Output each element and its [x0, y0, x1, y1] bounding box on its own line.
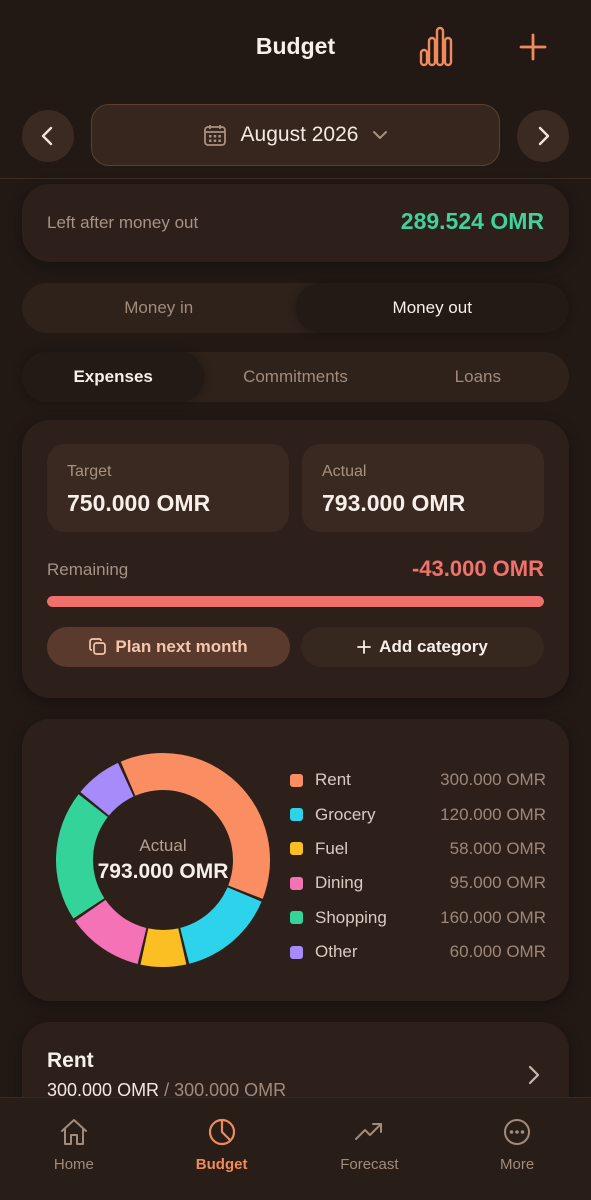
target-value: 750.000 OMR: [67, 490, 211, 516]
add-category-label: Add category: [379, 637, 488, 656]
plus-icon: [357, 640, 372, 654]
legend-value: 120.000 OMR: [440, 804, 546, 824]
legend-swatch: [290, 911, 303, 925]
tab-home-label: Home: [53, 1156, 94, 1173]
page-title: Budget: [255, 33, 336, 59]
legend-value: 95.000 OMR: [449, 873, 546, 893]
legend-item-fuel: Fuel 58.000 OMR: [290, 832, 546, 866]
actual-label: Actual: [322, 463, 367, 480]
category-name: Rent: [47, 1049, 94, 1072]
tab-more-label: More: [500, 1156, 535, 1173]
left-after-money-out-card: Left after money out 289.524 OMR: [22, 184, 569, 262]
chevron-down-icon: [373, 131, 388, 139]
budget-overview-card: Target 750.000 OMR Actual 793.000 OMR Re…: [22, 420, 569, 698]
plan-next-month-label: Plan next month: [115, 637, 248, 656]
toggle-money-in[interactable]: Money in: [22, 283, 296, 333]
calendar-icon: [203, 125, 226, 146]
legend-label: Rent: [315, 770, 351, 790]
more-icon: [504, 1119, 531, 1145]
stats-button[interactable]: [414, 24, 460, 70]
legend-value: 60.000 OMR: [449, 942, 546, 962]
chevron-right-icon: [528, 1065, 540, 1085]
legend-label: Fuel: [315, 838, 349, 858]
legend-swatch: [290, 808, 303, 822]
month-label: August 2026: [240, 123, 359, 146]
add-button[interactable]: [510, 24, 556, 70]
chart-legend: Rent 300.000 OMR Grocery 120.000 OMR Fuel 58.…: [290, 763, 546, 969]
legend-value: 160.000 OMR: [440, 907, 546, 927]
tab-home[interactable]: Home: [0, 1098, 148, 1200]
legend-label: Shopping: [315, 907, 387, 927]
actual-box: Actual 793.000 OMR: [302, 444, 544, 532]
legend-item-grocery: Grocery 120.000 OMR: [290, 797, 546, 831]
target-label: Target: [67, 463, 112, 480]
donut-center-value: 793.000 OMR: [97, 860, 229, 883]
legend-item-other: Other 60.000 OMR: [290, 935, 546, 969]
legend-label: Other: [315, 942, 358, 962]
tab-commitments[interactable]: Commitments: [204, 352, 386, 402]
tab-budget[interactable]: Budget: [148, 1098, 296, 1200]
spending-breakdown-card: Actual 793.000 OMR Rent 300.000 OMR Grocer…: [22, 719, 569, 1001]
remaining-value: -43.000 OMR: [411, 556, 544, 581]
category-type-tabs: Expenses Commitments Loans: [22, 352, 569, 402]
legend-item-rent: Rent 300.000 OMR: [290, 763, 546, 797]
chevron-left-icon: [41, 126, 53, 146]
month-selector: August 2026: [0, 104, 591, 166]
actual-value: 793.000 OMR: [322, 490, 466, 516]
next-month-button[interactable]: [517, 110, 569, 162]
add-category-button[interactable]: Add category: [301, 627, 544, 667]
bottom-tab-bar: Home Budget Forecast More: [0, 1097, 591, 1200]
budget-progress-bar: [47, 596, 544, 607]
legend-swatch: [290, 842, 303, 856]
chevron-right-icon: [538, 126, 550, 146]
legend-value: 300.000 OMR: [440, 770, 546, 790]
plan-next-month-button[interactable]: Plan next month: [47, 627, 290, 667]
copy-icon: [89, 638, 107, 655]
donut-center-label: Actual: [139, 836, 187, 855]
target-box: Target 750.000 OMR: [47, 444, 289, 532]
money-direction-toggle: Money in Money out: [22, 283, 569, 333]
summary-value: 289.524 OMR: [400, 208, 544, 234]
trending-up-icon: [355, 1123, 383, 1140]
plus-icon: [519, 33, 547, 61]
pie-chart-icon: [208, 1118, 235, 1146]
tab-forecast[interactable]: Forecast: [296, 1098, 444, 1200]
home-icon: [60, 1119, 87, 1145]
tab-forecast-label: Forecast: [340, 1156, 399, 1173]
toggle-money-out[interactable]: Money out: [295, 283, 569, 333]
tab-more[interactable]: More: [443, 1098, 591, 1200]
month-picker[interactable]: August 2026: [91, 104, 500, 166]
tab-budget-label: Budget: [195, 1156, 248, 1173]
previous-month-button[interactable]: [22, 110, 74, 162]
summary-label: Left after money out: [47, 213, 199, 232]
donut-center: Actual 793.000 OMR: [52, 749, 274, 971]
legend-label: Grocery: [315, 804, 376, 824]
header-divider: [0, 178, 591, 179]
remaining-label: Remaining: [47, 560, 129, 579]
budget-progress-fill: [47, 596, 544, 607]
tab-expenses[interactable]: Expenses: [22, 352, 205, 402]
donut-chart: Actual 793.000 OMR: [52, 749, 274, 971]
legend-label: Dining: [315, 873, 364, 893]
legend-swatch: [290, 876, 303, 890]
legend-value: 58.000 OMR: [449, 838, 546, 858]
bar-chart-icon: [419, 26, 453, 67]
legend-item-shopping: Shopping 160.000 OMR: [290, 901, 546, 935]
legend-swatch: [290, 773, 303, 787]
legend-swatch: [290, 945, 303, 959]
legend-item-dining: Dining 95.000 OMR: [290, 866, 546, 900]
app-header: Budget: [0, 0, 591, 95]
tab-loans[interactable]: Loans: [387, 352, 569, 402]
